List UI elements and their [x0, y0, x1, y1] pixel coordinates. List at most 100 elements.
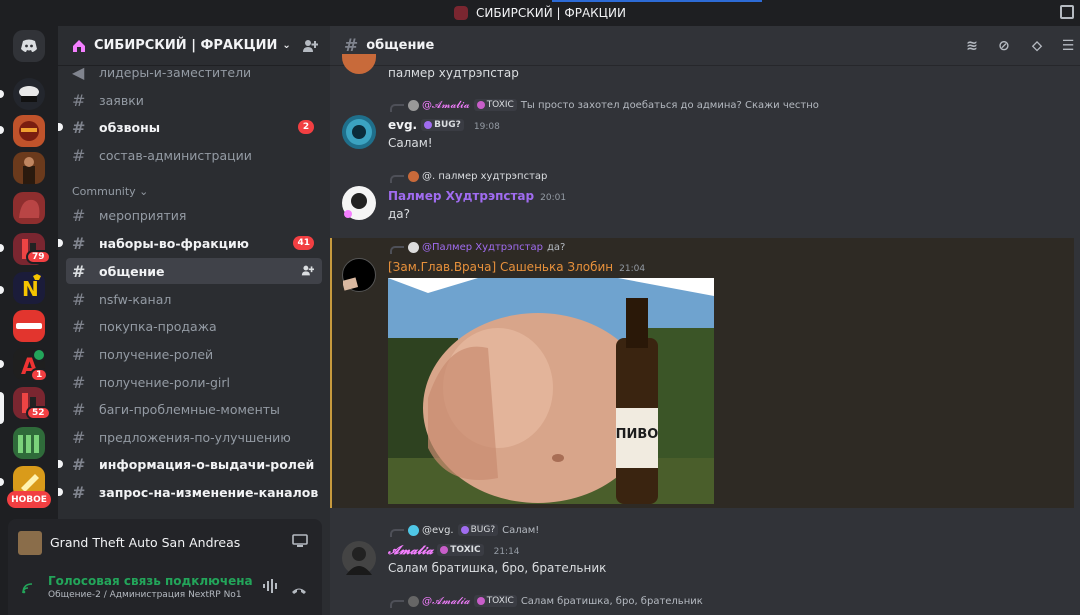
chat-area: # общение ≋ ⊘ ⬦ ☰ палмер худтрэпстар @𝓐𝓶… — [330, 26, 1080, 615]
channel-name: состав-администрации — [99, 147, 252, 163]
channel-item-unread[interactable]: # информация-о-выдачи-ролей — [58, 451, 322, 477]
channel-item[interactable]: # предложения-по-улучшению — [66, 424, 322, 450]
channel-item-unread[interactable]: # обзвоны 2 — [58, 114, 322, 140]
message-content: да? — [388, 207, 411, 221]
game-icon — [18, 530, 42, 555]
hash-icon: # — [72, 145, 86, 165]
channel-item-unread[interactable]: # наборы-во-фракцию 41 — [58, 230, 322, 256]
unread-dot — [58, 239, 63, 247]
role-tag-label: TOXIC — [486, 596, 514, 606]
announcement-icon: ◀ — [72, 62, 85, 82]
channel-item-unread[interactable]: # запрос-на-изменение-каналов — [58, 479, 322, 505]
channel-item[interactable]: # nsfw-канал — [66, 286, 322, 312]
channel-name: запрос-на-изменение-каналов — [99, 484, 319, 500]
server-icon-bottles[interactable] — [13, 427, 45, 459]
invite-member-icon[interactable] — [301, 264, 315, 280]
hash-icon: # — [72, 482, 86, 502]
server-icon-n[interactable]: N — [13, 272, 45, 304]
username: Палмер Худтрэпстар — [388, 189, 535, 203]
stream-screen-icon[interactable] — [292, 534, 308, 551]
server-icon-nextrp[interactable] — [13, 310, 45, 342]
title-accent-line — [552, 0, 762, 2]
reply-text: Салам братишка, бро, брательник — [520, 595, 703, 607]
mention-badge: 41 — [293, 236, 314, 250]
reply-preview[interactable]: @evg. BUG? Салам! — [390, 523, 539, 537]
message-author[interactable]: Палмер Худтрэпстар 20:01 — [388, 189, 566, 203]
role-tag: TOXIC — [437, 544, 484, 556]
unread-pill — [0, 360, 4, 368]
hash-icon: # — [72, 289, 86, 309]
avatar[interactable] — [342, 186, 376, 220]
reply-username: @Палмер Худтрэпстар — [422, 241, 543, 253]
reply-elbow — [390, 529, 404, 537]
hash-icon: # — [344, 35, 359, 56]
reply-text: Ты просто захотел доебаться до админа? С… — [520, 99, 819, 111]
reply-preview[interactable]: @. палмер худтрэпстар — [390, 169, 547, 183]
reply-preview[interactable]: @Палмер Худтрэпстар да? — [390, 240, 565, 254]
game-title: Grand Theft Auto San Andreas — [50, 535, 241, 550]
category-header[interactable]: Community ⌄ — [72, 185, 148, 198]
channel-item-active[interactable]: # общение — [66, 258, 322, 284]
invite-people-icon[interactable] — [302, 38, 319, 58]
skull-icon — [476, 597, 485, 605]
reply-text: да? — [546, 241, 566, 253]
role-tag-label: BUG? — [470, 525, 496, 535]
noise-suppression-icon[interactable] — [262, 578, 278, 597]
reply-username: @𝓐𝓶𝓪𝓵𝓲𝓪 — [422, 99, 470, 111]
title-bar: СИБИРСКИЙ | ФРАКЦИИ — [0, 0, 1080, 26]
role-tag: TOXIC — [473, 99, 517, 111]
channel-item[interactable]: ◀ лидеры-и-заместители — [66, 59, 322, 85]
server-badge: 52 — [26, 406, 51, 420]
server-badge: 1 — [30, 368, 49, 382]
hash-icon: # — [72, 316, 86, 336]
game-activity-panel[interactable]: Grand Theft Auto San Andreas — [8, 519, 322, 566]
channel-item[interactable]: # мероприятия — [66, 202, 322, 228]
voice-connection-panel: Голосовая связь подключена Общение-2 / А… — [8, 566, 322, 615]
member-list-icon[interactable]: ☰ — [1060, 38, 1076, 54]
channel-item[interactable]: # покупка-продажа — [66, 313, 322, 339]
username: [Зам.Глав.Врача] Сашенька Злобин — [388, 260, 614, 274]
unread-dot — [58, 123, 63, 131]
new-pill[interactable]: НОВОЕ — [7, 491, 51, 508]
channel-item[interactable]: # заявки — [66, 87, 322, 113]
threads-icon[interactable]: ≋ — [964, 38, 980, 54]
timestamp: 21:14 — [493, 547, 520, 557]
server-icon-ghost[interactable] — [13, 78, 45, 110]
message-author[interactable]: [Зам.Глав.Врача] Сашенька Злобин 21:04 — [388, 260, 645, 274]
voice-status[interactable]: Голосовая связь подключена — [48, 574, 253, 588]
category-label: Community — [72, 185, 136, 198]
bottle-label: ПИВО — [616, 427, 659, 442]
reply-elbow — [390, 600, 404, 608]
channel-item[interactable]: # состав-администрации — [66, 142, 322, 168]
reply-avatar — [408, 99, 419, 111]
server-badge: 79 — [26, 250, 51, 264]
username: 𝓐𝓶𝓪𝓵𝓲𝓪 — [388, 543, 434, 557]
channel-item[interactable]: # баги-проблемные-моменты — [66, 396, 322, 422]
avatar[interactable] — [342, 115, 376, 149]
server-icon-red[interactable] — [13, 192, 45, 224]
pin-icon[interactable]: ⬦ — [1029, 38, 1045, 54]
notification-mute-icon[interactable]: ⊘ — [996, 38, 1012, 54]
channel-name: покупка-продажа — [99, 318, 217, 334]
message-author[interactable]: 𝓐𝓶𝓪𝓵𝓲𝓪 TOXIC 21:14 — [388, 543, 520, 558]
server-icon-portrait[interactable] — [13, 152, 45, 184]
message-author[interactable]: evg. BUG? 19:08 — [388, 118, 500, 132]
disconnect-icon[interactable] — [291, 580, 307, 599]
discord-home-icon[interactable] — [13, 30, 45, 62]
mention-badge: 2 — [298, 120, 314, 134]
server-icon-mask[interactable] — [13, 115, 45, 147]
avatar[interactable] — [341, 258, 376, 292]
skull-icon — [440, 546, 449, 554]
avatar[interactable] — [342, 541, 376, 575]
reply-preview[interactable]: @𝓐𝓶𝓪𝓵𝓲𝓪 TOXIC Салам братишка, бро, брате… — [390, 594, 703, 608]
inbox-icon[interactable] — [1060, 5, 1074, 19]
image-attachment[interactable]: ПИВО — [388, 278, 714, 504]
reply-elbow — [390, 246, 404, 254]
voice-channel-link[interactable]: Общение-2 / Администрация NextRP No1 — [48, 590, 242, 600]
reply-preview[interactable]: @𝓐𝓶𝓪𝓵𝓲𝓪 TOXIC Ты просто захотел доебатьс… — [390, 98, 819, 112]
avatar[interactable] — [342, 54, 376, 74]
server-mini-icon — [454, 6, 469, 20]
channel-item[interactable]: # получение-ролей — [66, 341, 322, 367]
channel-item[interactable]: # получение-роли-girl — [66, 369, 322, 395]
channel-name: nsfw-канал — [99, 291, 172, 307]
